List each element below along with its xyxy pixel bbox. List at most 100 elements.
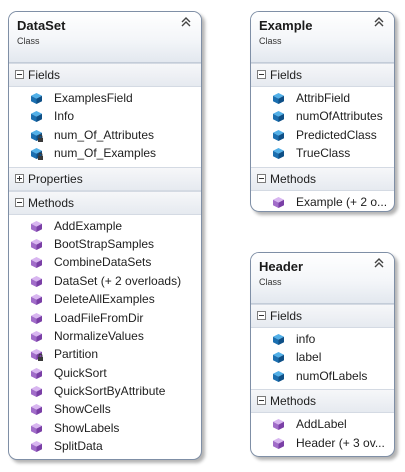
member-item[interactable]: Partition <box>9 345 201 363</box>
member-item[interactable]: QuickSortByAttribute <box>9 382 201 400</box>
field-icon <box>30 92 43 105</box>
class-name: Example <box>259 18 313 33</box>
method-icon <box>30 440 43 453</box>
member-name: num_Of_Examples <box>54 146 157 161</box>
member-item[interactable]: PredictedClass <box>251 126 394 144</box>
field-icon <box>272 147 285 160</box>
section-label: Fields <box>270 309 303 323</box>
member-list: ExamplesField Info num_Of_Attributes num_Of… <box>9 87 201 167</box>
member-item[interactable]: BootStrapSamples <box>9 235 201 253</box>
member-name: TrueClass <box>296 146 351 161</box>
collapse-minus-icon[interactable] <box>257 70 266 79</box>
method-icon <box>30 220 43 233</box>
member-name: SplitData <box>54 439 103 454</box>
member-name: BootStrapSamples <box>54 236 155 251</box>
collapse-chevrons-icon[interactable] <box>179 15 193 29</box>
section-label: Fields <box>28 68 61 82</box>
member-name: Example (+ 2 o... <box>296 194 388 209</box>
member-list: AddExample BootStrapSamples CombineDataSet… <box>9 215 201 459</box>
section-header-fields[interactable]: Fields <box>251 63 394 87</box>
section-header-methods[interactable]: Methods <box>251 389 394 414</box>
member-name: ExamplesField <box>54 91 133 105</box>
member-list: AddLabel Header (+ 3 ov... <box>251 413 394 456</box>
collapse-minus-icon[interactable] <box>257 173 266 183</box>
section-header-methods[interactable]: Methods <box>9 190 201 215</box>
section-header-fields[interactable]: Fields <box>9 63 201 87</box>
class-box-example[interactable]: Example Class Fields AttribField numOfAttrib… <box>250 11 395 212</box>
private-field-icon <box>30 147 43 161</box>
member-item[interactable]: AddExample <box>9 217 201 235</box>
member-name: Info <box>54 109 75 124</box>
member-name: QuickSort <box>54 365 107 380</box>
member-name: ShowCells <box>54 402 111 417</box>
private-method-icon <box>30 348 43 362</box>
method-icon <box>30 367 43 380</box>
field-icon <box>272 110 285 123</box>
member-name: PredictedClass <box>296 127 377 142</box>
member-name: Partition <box>54 347 99 362</box>
class-box-dataset[interactable]: DataSet Class Fields ExamplesField Info num_O… <box>8 11 202 460</box>
member-item[interactable]: ShowCells <box>9 400 201 418</box>
class-name: Header <box>259 259 304 274</box>
member-name: numOfLabels <box>296 368 368 383</box>
method-icon <box>272 437 285 450</box>
member-name: ShowLabels <box>54 420 120 435</box>
collapse-minus-icon[interactable] <box>257 396 266 406</box>
class-box-header[interactable]: Header Class Fields info label numOfLabels Met… <box>250 252 395 457</box>
class-header: Example Class <box>251 12 394 63</box>
collapse-minus-icon[interactable] <box>15 197 24 207</box>
member-name: DeleteAllExamples <box>54 292 155 307</box>
member-item[interactable]: QuickSort <box>9 364 201 382</box>
member-item[interactable]: ShowLabels <box>9 419 201 437</box>
section-label: Properties <box>28 171 83 186</box>
method-icon <box>30 422 43 435</box>
collapse-chevrons-icon[interactable] <box>372 256 386 270</box>
member-item[interactable]: num_Of_Attributes <box>9 126 201 144</box>
member-item[interactable]: label <box>251 348 394 366</box>
member-item[interactable]: num_Of_Examples <box>9 144 201 162</box>
method-icon <box>272 196 285 209</box>
method-icon <box>30 330 43 343</box>
section-header-properties[interactable]: Properties <box>9 166 201 191</box>
collapse-minus-icon[interactable] <box>15 70 24 79</box>
member-item[interactable]: DeleteAllExamples <box>9 290 201 308</box>
member-item[interactable]: DataSet (+ 2 overloads) <box>9 272 201 290</box>
section-header-fields[interactable]: Fields <box>251 304 394 328</box>
member-list: Example (+ 2 o... <box>251 191 394 211</box>
expand-plus-icon[interactable] <box>15 173 24 183</box>
member-item[interactable]: CombineDataSets <box>9 253 201 271</box>
member-item[interactable]: NormalizeValues <box>9 327 201 345</box>
class-name: DataSet <box>17 18 66 33</box>
collapse-chevrons-icon[interactable] <box>372 15 386 29</box>
member-item[interactable]: numOfAttributes <box>251 107 394 125</box>
member-item[interactable]: AttribField <box>251 89 394 107</box>
method-icon <box>30 256 43 269</box>
member-name: numOfAttributes <box>296 109 383 124</box>
field-icon <box>272 351 285 364</box>
member-name: info <box>296 332 316 346</box>
collapse-minus-icon[interactable] <box>257 311 266 320</box>
field-icon <box>272 129 285 142</box>
member-item[interactable]: numOfLabels <box>251 367 394 385</box>
member-item[interactable]: info <box>251 330 394 348</box>
member-item[interactable]: Header (+ 3 ov... <box>251 434 394 452</box>
member-item[interactable]: Example (+ 2 o... <box>251 193 394 211</box>
member-name: NormalizeValues <box>54 328 144 343</box>
class-kind: Class <box>17 36 40 46</box>
member-item[interactable]: TrueClass <box>251 144 394 162</box>
method-icon <box>30 275 43 288</box>
method-icon <box>30 403 43 416</box>
member-item[interactable]: Info <box>9 107 201 125</box>
member-name: QuickSortByAttribute <box>54 384 166 399</box>
section-label: Fields <box>270 68 303 82</box>
member-item[interactable]: LoadFileFromDir <box>9 309 201 327</box>
class-header: DataSet Class <box>9 12 201 63</box>
member-item[interactable]: ExamplesField <box>9 89 201 107</box>
section-label: Methods <box>270 171 317 186</box>
class-kind: Class <box>259 36 282 46</box>
member-name: AddLabel <box>296 417 347 432</box>
member-item[interactable]: AddLabel <box>251 415 394 433</box>
section-header-methods[interactable]: Methods <box>251 166 394 191</box>
member-item[interactable]: SplitData <box>9 437 201 455</box>
member-name: LoadFileFromDir <box>54 310 144 325</box>
